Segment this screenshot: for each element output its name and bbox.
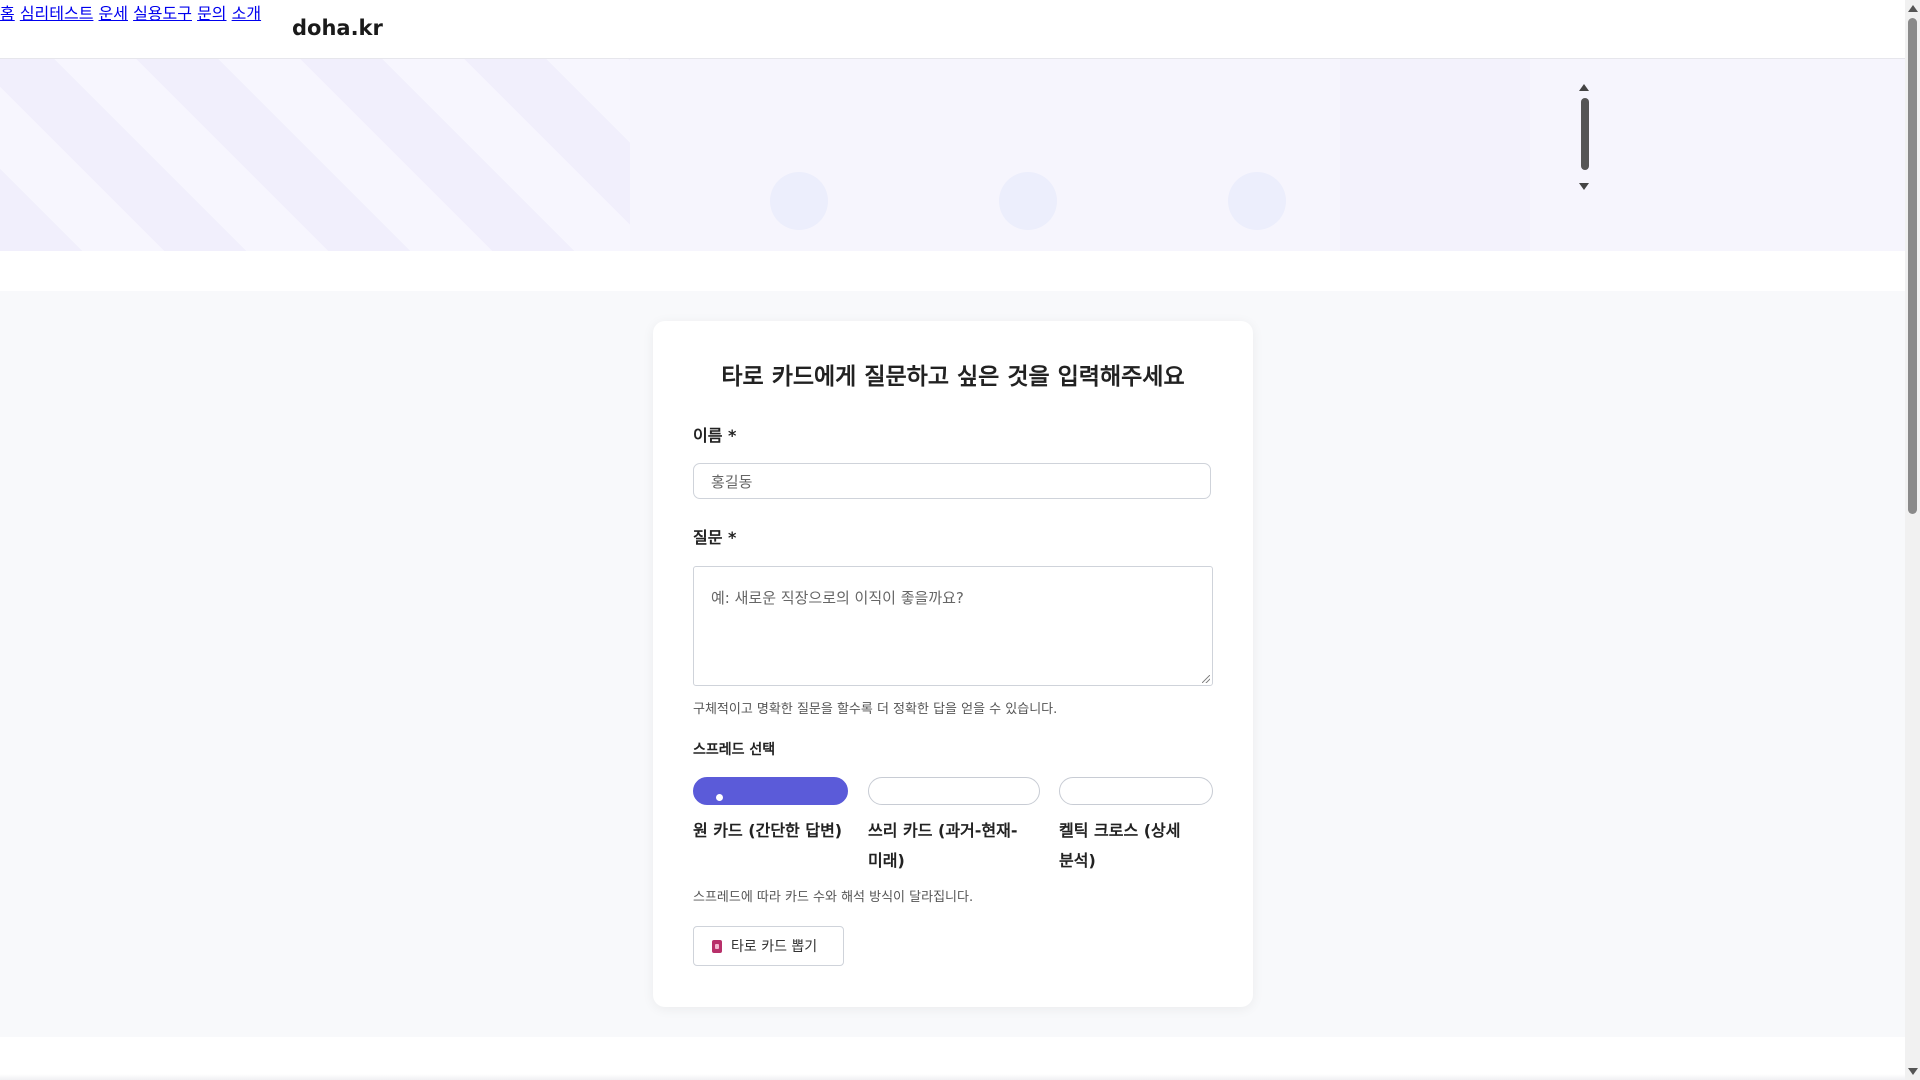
resize-handle-icon[interactable]: [1202, 675, 1210, 683]
question-label: 질문 *: [693, 528, 737, 547]
hero-bubble: [1228, 172, 1286, 230]
hero-accent-block: [1340, 59, 1530, 251]
nav-fortune[interactable]: 운세: [99, 4, 128, 23]
footer-edge: [0, 1074, 1905, 1080]
spread-help-text: 스프레드에 따라 카드 수와 해석 방식이 달라집니다.: [693, 890, 974, 905]
scroll-down-arrow-icon[interactable]: [1908, 1068, 1918, 1075]
banner-scrollbar[interactable]: [1578, 84, 1592, 190]
page-scrollbar[interactable]: [1905, 0, 1920, 1080]
question-textarea[interactable]: 예: 새로운 직장으로의 이직이 좋을까요?: [693, 566, 1213, 686]
nav-tools[interactable]: 실용도구: [133, 4, 192, 23]
hero-stripes: [0, 59, 630, 251]
nav-home[interactable]: 홈: [0, 4, 15, 23]
spread-one-card-label[interactable]: 원 카드 (간단한 답변): [693, 816, 858, 846]
question-help-text: 구체적이고 명확한 질문을 할수록 더 정확한 답을 얻을 수 있습니다.: [693, 702, 1058, 717]
scroll-down-arrow-icon[interactable]: [1579, 183, 1589, 190]
radio-dot: [716, 794, 723, 801]
spread-three-card-label[interactable]: 쓰리 카드 (과거-현재-미래): [868, 816, 1018, 876]
spread-three-card-radio[interactable]: [868, 777, 1040, 805]
hero-bubble: [770, 172, 828, 230]
scroll-up-arrow-icon[interactable]: [1908, 5, 1918, 12]
nav-about[interactable]: 소개: [232, 4, 261, 23]
nav-psych-test[interactable]: 심리테스트: [20, 4, 94, 23]
nav-contact[interactable]: 문의: [197, 4, 226, 23]
scroll-thumb[interactable]: [1581, 98, 1589, 170]
site-header: doha.kr 홈 심리테스트 운세 실용도구 문의 소개: [0, 0, 1905, 59]
spread-celtic-cross-label[interactable]: 켈틱 크로스 (상세 분석): [1059, 816, 1199, 876]
spread-one-card-radio[interactable]: [693, 777, 848, 805]
hero-banner: [0, 59, 1905, 251]
scroll-thumb[interactable]: [1908, 18, 1917, 514]
hero-bubble: [999, 172, 1057, 230]
question-placeholder: 예: 새로운 직장으로의 이직이 좋을까요?: [711, 589, 964, 607]
draw-tarot-button[interactable]: 타로 카드 뽑기: [693, 926, 844, 966]
tarot-card-icon: [712, 939, 722, 953]
spread-celtic-cross-radio[interactable]: [1059, 777, 1213, 805]
form-title: 타로 카드에게 질문하고 싶은 것을 입력해주세요: [721, 364, 1185, 390]
tarot-form-card: 타로 카드에게 질문하고 싶은 것을 입력해주세요 이름 * 홍길동 질문 * …: [653, 321, 1253, 1007]
name-label: 이름 *: [693, 426, 737, 445]
spread-label: 스프레드 선택: [693, 742, 776, 758]
scroll-up-arrow-icon[interactable]: [1579, 84, 1589, 91]
draw-tarot-label: 타로 카드 뽑기: [731, 939, 818, 955]
name-input[interactable]: 홍길동: [693, 463, 1211, 499]
site-logo[interactable]: doha.kr: [292, 16, 383, 40]
